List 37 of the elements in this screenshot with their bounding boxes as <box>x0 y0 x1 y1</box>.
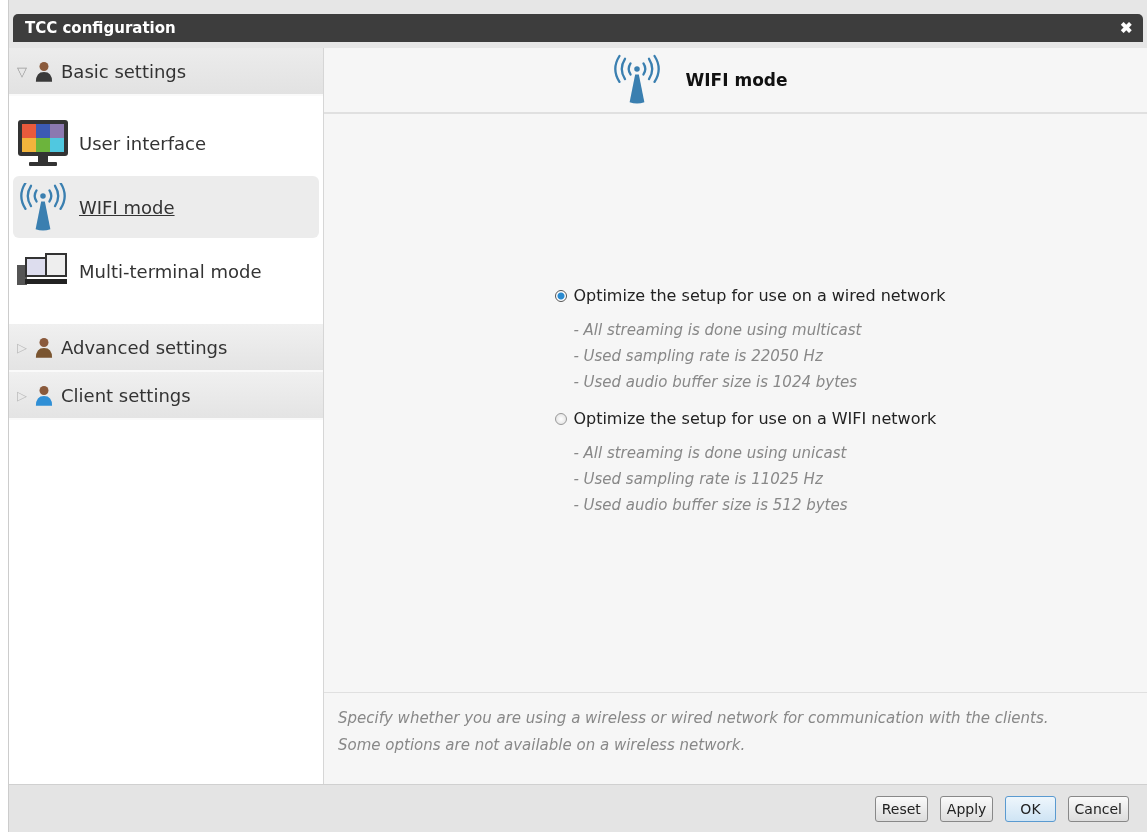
description-text: Some options are not available on a wireless network. <box>338 735 747 756</box>
window-title: TCC configuration <box>25 19 176 37</box>
sidebar-item[interactable]: Multi-terminal mode <box>13 240 319 302</box>
item-label: WIFI mode <box>79 196 175 218</box>
radio-option[interactable]: Optimize the setup for use on a wired network <box>555 286 946 305</box>
dialog-button[interactable]: Cancel <box>1067 795 1129 822</box>
group-header[interactable]: ▽ Basic settings <box>9 48 323 96</box>
person-icon <box>35 384 53 406</box>
wifi-icon <box>613 54 662 106</box>
group-label: Client settings <box>61 384 191 406</box>
dialog-button[interactable]: OK <box>1005 795 1056 822</box>
monitor-icon <box>17 119 69 167</box>
group-header[interactable]: ▷ Client settings <box>9 372 323 420</box>
option-detail: - All streaming is done using unicast <box>572 443 848 464</box>
option-detail: - Used audio buffer size is 1024 bytes <box>572 372 859 393</box>
radio-button[interactable] <box>555 289 568 302</box>
sidebar-item[interactable]: User interface <box>13 112 319 174</box>
dialog-button[interactable]: Apply <box>939 795 994 822</box>
group-label: Advanced settings <box>61 336 228 358</box>
dialog-button[interactable]: Reset <box>874 795 928 822</box>
sidebar-item[interactable]: WIFI mode <box>13 176 319 238</box>
item-label: Multi-terminal mode <box>79 260 262 282</box>
description-text: Specify whether you are using a wireless or wired network for communication with the clients. <box>338 708 1050 729</box>
person-icon <box>35 336 53 358</box>
group-label: Basic settings <box>61 60 187 82</box>
option-detail: - Used sampling rate is 11025 Hz <box>572 469 824 490</box>
wifi-icon <box>17 183 69 231</box>
option-detail: - Used sampling rate is 22050 Hz <box>572 346 824 367</box>
option-detail: - Used audio buffer size is 512 bytes <box>572 495 849 516</box>
radio-option[interactable]: Optimize the setup for use on a WIFI network <box>555 409 946 428</box>
page-title: WIFI mode <box>685 70 788 90</box>
item-label: User interface <box>79 132 207 154</box>
radio-button[interactable] <box>555 412 568 425</box>
person-icon <box>35 60 53 82</box>
group-header[interactable]: ▷ Advanced settings <box>9 324 323 372</box>
close-button[interactable]: ✖ <box>1116 19 1137 37</box>
option-detail: - All streaming is done using multicast <box>572 320 863 341</box>
